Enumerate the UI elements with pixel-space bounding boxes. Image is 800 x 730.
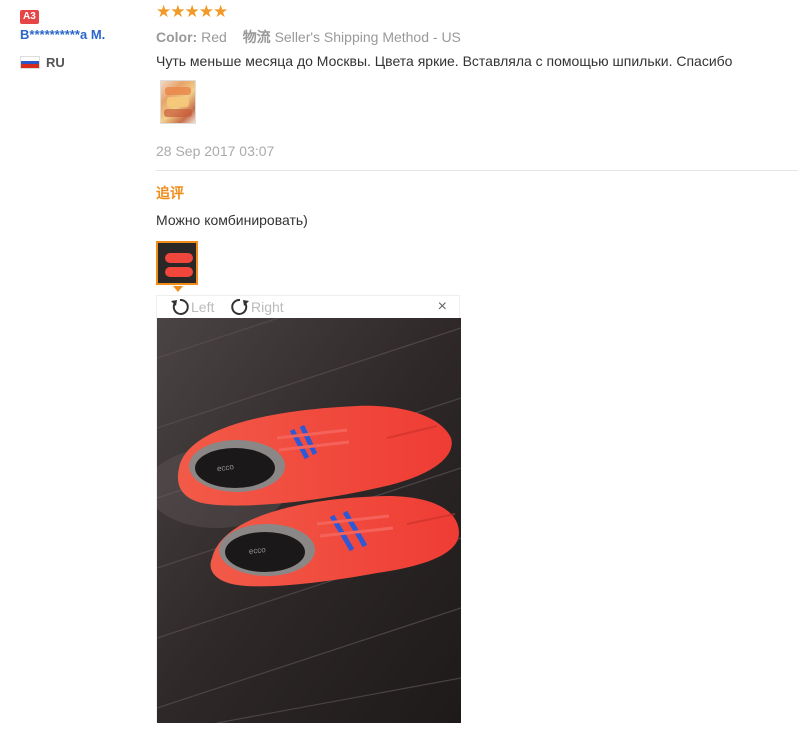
shoe-logo: ecco (248, 545, 266, 556)
selected-thumbnail-caret (173, 286, 183, 292)
star-rating: ★★★★★ (156, 2, 228, 21)
rotate-right-button[interactable]: Right (229, 297, 284, 317)
reviewer-country: RU (20, 55, 140, 70)
review-photo-thumbnail[interactable] (160, 80, 196, 124)
level-badge: A3 (20, 10, 39, 24)
color-label: Color: (156, 29, 198, 45)
rotate-left-button[interactable]: Left (169, 297, 214, 317)
rotate-left-icon (169, 297, 191, 317)
followup-heading: 追评 (156, 185, 184, 201)
reviewer-name[interactable]: B**********a M. (20, 26, 132, 43)
divider (156, 170, 798, 171)
review-date: 28 Sep 2017 03:07 (156, 143, 275, 159)
rotate-right-icon (229, 297, 251, 317)
review-text: Чуть меньше месяца до Москвы. Цвета ярки… (156, 53, 733, 69)
shipping-label: 物流 (242, 29, 271, 45)
thumbnail-shoe (165, 267, 193, 277)
review-meta: Color: Red 物流 Seller's Shipping Method -… (156, 27, 461, 47)
color-value: Red (201, 29, 227, 45)
rotate-left-label: Left (191, 299, 215, 315)
country-code: RU (46, 55, 65, 70)
review-photo-large: ecco ecco (157, 318, 461, 723)
viewer-toolbar: Left Right × (157, 296, 459, 318)
reviewer-info: A3 B**********a M. RU (20, 6, 140, 70)
photo-viewer: Left Right × ecco ecco (156, 295, 461, 723)
russia-flag-icon (20, 56, 40, 69)
followup-photo-thumbnail[interactable] (156, 241, 198, 285)
followup-text: Можно комбинировать) (156, 212, 308, 228)
rotate-right-label: Right (251, 299, 284, 315)
close-icon[interactable]: × (438, 299, 447, 315)
thumbnail-shoe (165, 253, 193, 263)
shipping-value: Seller's Shipping Method - US (274, 29, 461, 45)
